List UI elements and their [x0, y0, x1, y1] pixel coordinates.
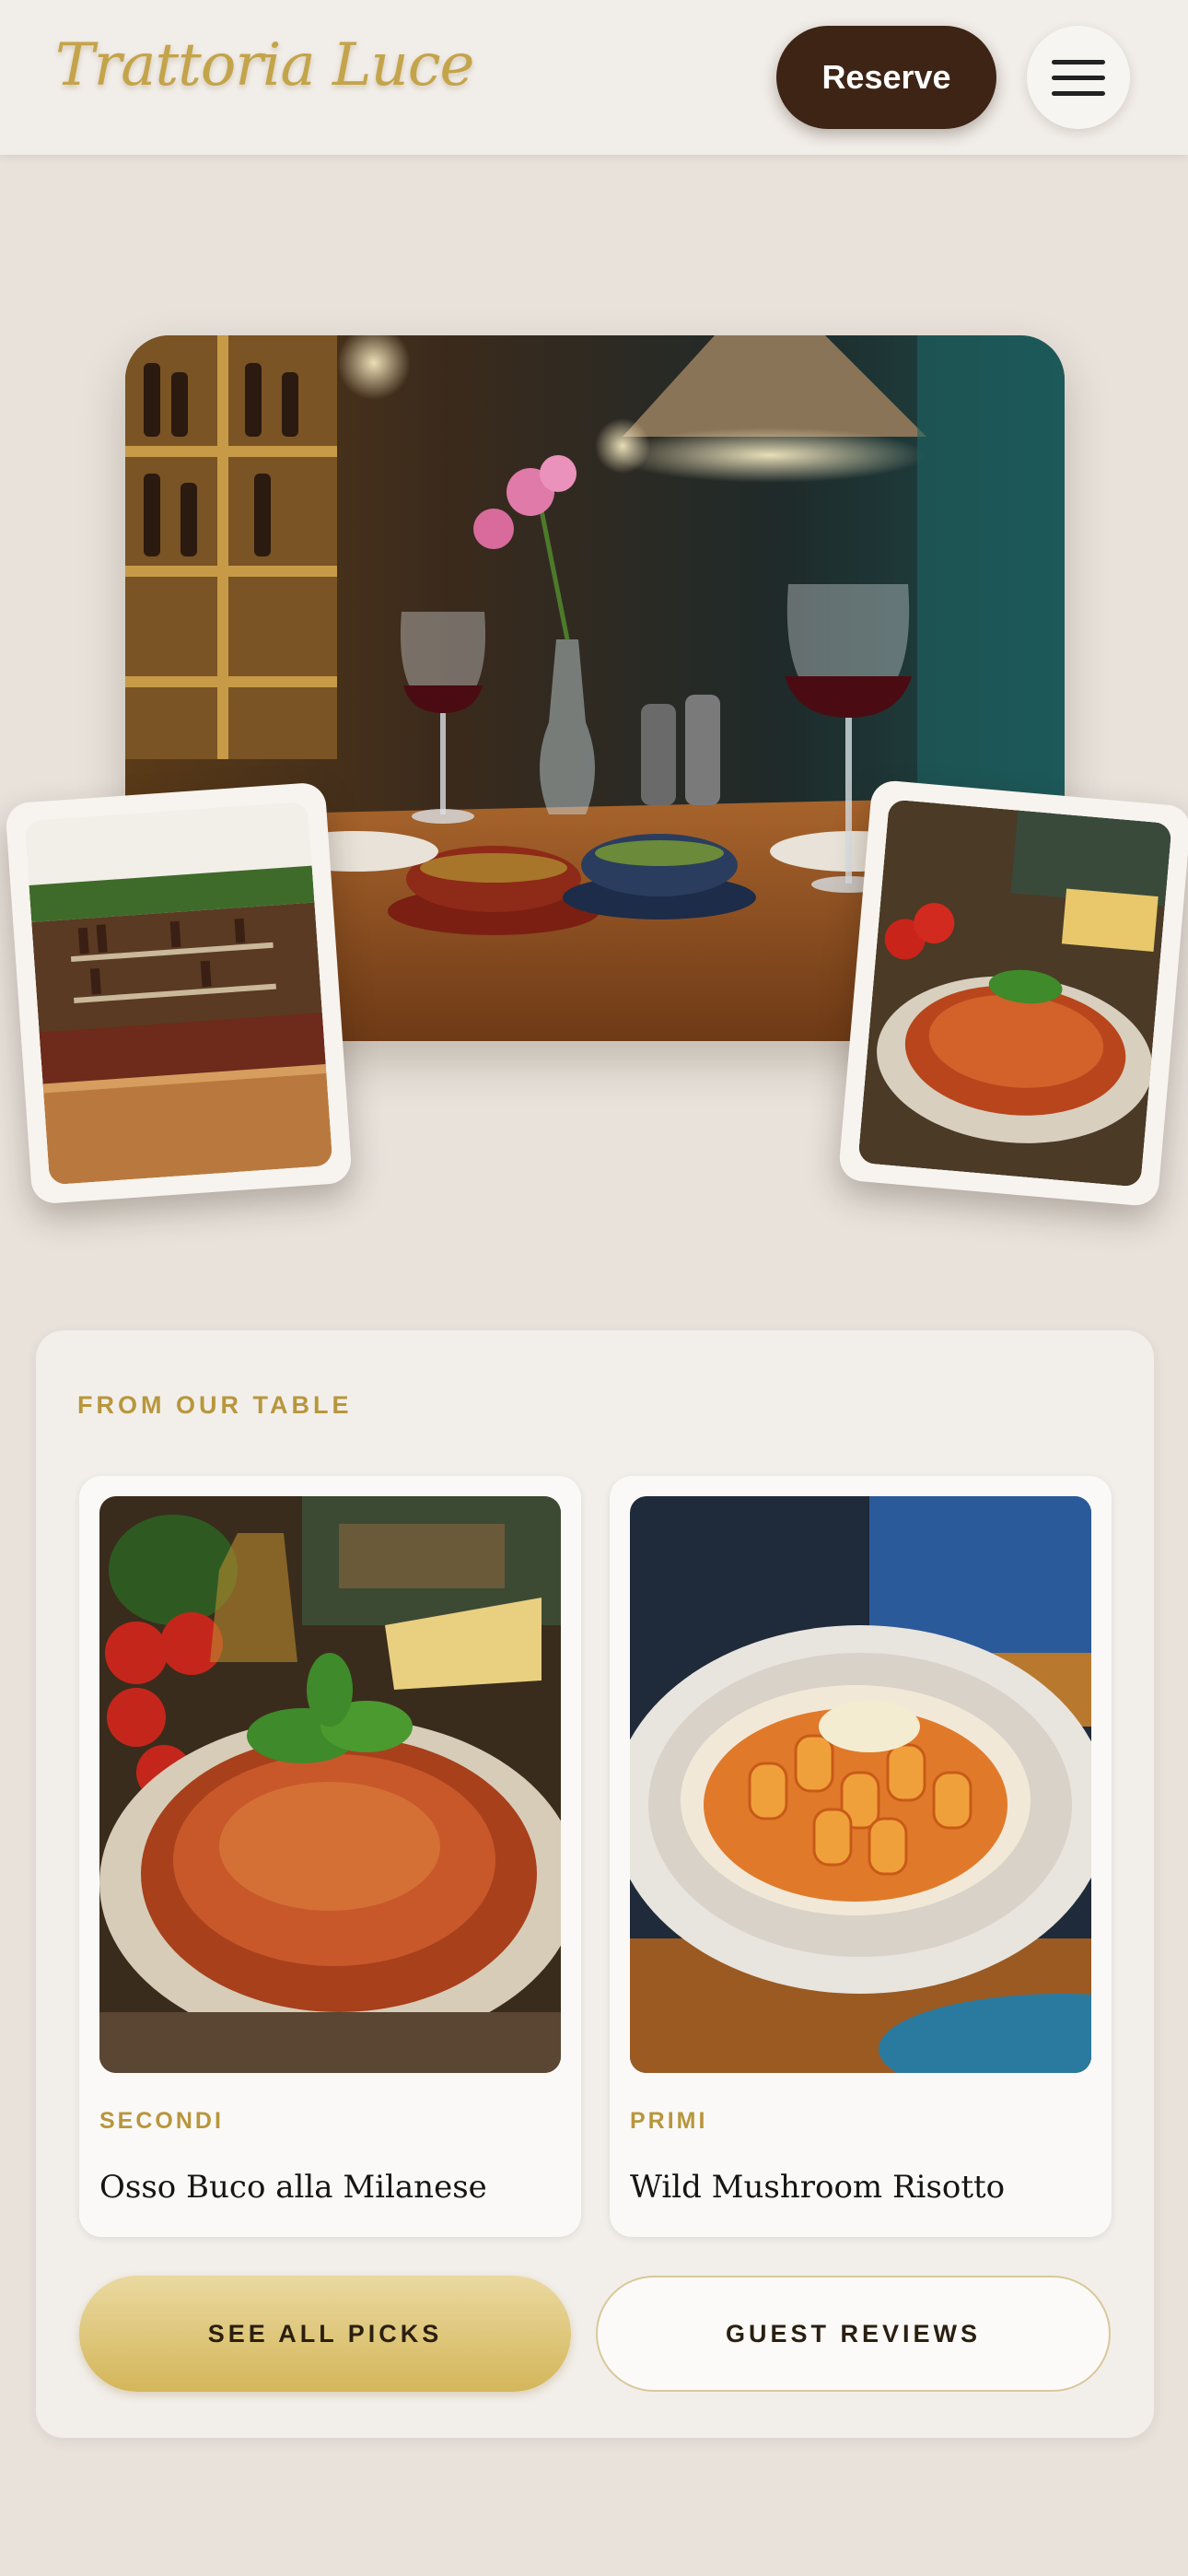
- top-header: Trattoria Luce Reserve: [0, 0, 1188, 155]
- dish-card[interactable]: PRIMI Wild Mushroom Risotto: [610, 1476, 1112, 2237]
- see-all-picks-button[interactable]: SEE ALL PICKS: [79, 2276, 571, 2392]
- hamburger-menu-icon: [1052, 75, 1105, 80]
- menu-button[interactable]: [1027, 26, 1130, 129]
- dish-card[interactable]: SECONDI Osso Buco alla Milanese: [79, 1476, 581, 2237]
- dish-name: Wild Mushroom Risotto: [630, 2169, 1006, 2206]
- spaghetti-polaroid: [837, 779, 1188, 1208]
- reserve-button[interactable]: Reserve: [776, 26, 996, 129]
- rigatoni-photo: [630, 1496, 1091, 2073]
- dish-name: Osso Buco alla Milanese: [99, 2169, 487, 2206]
- guest-reviews-button[interactable]: GUEST REVIEWS: [596, 2276, 1111, 2392]
- spaghetti-photo: [99, 1496, 561, 2073]
- dish-category: SECONDI: [99, 2108, 224, 2134]
- hamburger-menu-icon: [1052, 90, 1105, 96]
- dish-category: PRIMI: [630, 2108, 708, 2134]
- brand-logo[interactable]: Trattoria Luce: [55, 31, 474, 100]
- hamburger-menu-icon: [1052, 59, 1105, 64]
- bar-interior-polaroid: [5, 781, 353, 1205]
- section-label: FROM OUR TABLE: [77, 1391, 353, 1419]
